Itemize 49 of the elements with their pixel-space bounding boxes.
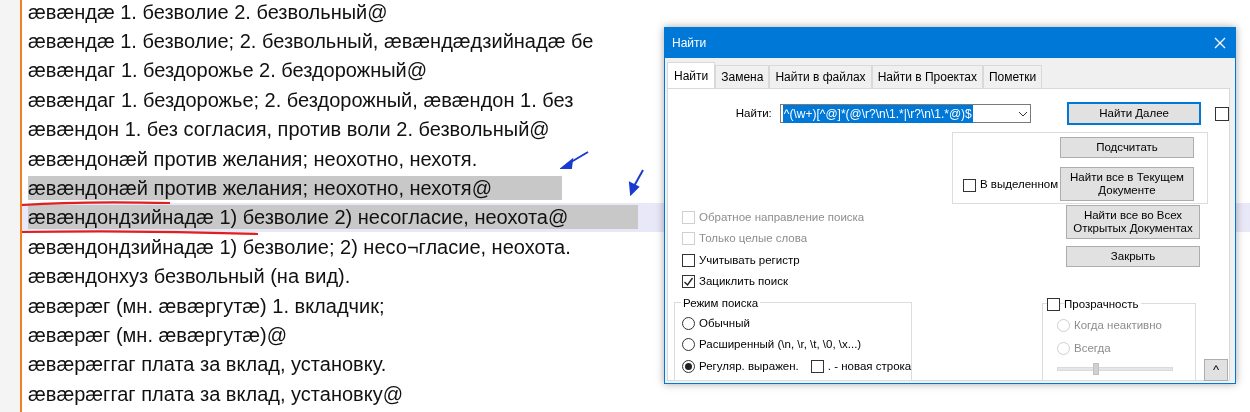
radio-label: Когда неактивно <box>1074 318 1162 334</box>
collapse-button[interactable]: ^ <box>1204 358 1228 381</box>
checkbox[interactable] <box>1215 106 1229 121</box>
close-icon <box>1214 37 1226 49</box>
checkbox-label: Только целые слова <box>699 231 808 247</box>
checkbox[interactable] <box>682 253 695 267</box>
checkbox-label: Обратное направление поиска <box>699 210 865 225</box>
tab[interactable]: Найти в файлах <box>769 65 872 89</box>
field-label: Найти: <box>734 105 772 121</box>
checkbox[interactable] <box>810 359 824 373</box>
checkbox[interactable] <box>963 178 976 192</box>
find-next-button[interactable]: Найти Далее <box>1067 102 1201 125</box>
radio-label: Обычный <box>699 316 750 331</box>
text-line: æвæрæг (мн. æвæргутæ) 1. вкладчик; <box>28 293 386 318</box>
text-line: æвæрæггаг плата за вклад, установку@ <box>28 381 404 406</box>
close-dialog-button[interactable]: Закрыть <box>1066 246 1200 267</box>
radio-label: Расширенный (\n, \r, \t, \0, \x...) <box>699 337 862 353</box>
checkbox[interactable] <box>682 274 695 288</box>
dropdown-icon[interactable] <box>1018 110 1029 117</box>
tab[interactable]: Найти <box>667 62 716 89</box>
checkbox-label: Учитывать регистр <box>699 252 800 268</box>
radio-button[interactable] <box>682 359 695 373</box>
text-line: æвæндаг 1. бездорожье; 2. бездорожный, æвæндон 1. без <box>28 87 575 112</box>
text-line: æвæндонæй против желания; неохотно, нехотя. <box>28 146 479 171</box>
checkbox[interactable] <box>1047 298 1060 312</box>
text-line: æвæндаг 1. бездорожье 2. бездорожный@ <box>28 58 429 83</box>
text-line: æвæндæ 1. безволие; 2. безвольный, æвæндæдзийнадæ бе <box>28 29 595 54</box>
radio-button[interactable] <box>682 317 695 331</box>
tab[interactable]: Пометки <box>983 65 1043 89</box>
find-all-open-button[interactable]: Найти все во Всех Открытых Документах <box>1066 205 1200 239</box>
checkbox-label: Зациклить поиск <box>699 273 788 289</box>
radio-label: Регуляр. выражен. <box>699 358 799 374</box>
checkbox-label: . - новая строка <box>827 358 912 374</box>
text-line: æвæндондзийнадæ 1) безволие; 2) несо¬гласие, неохота. <box>28 234 572 259</box>
checkbox-label: В выделенном <box>980 177 1059 193</box>
count-button[interactable]: Подсчитать <box>1060 137 1194 158</box>
radio-button[interactable] <box>682 338 695 352</box>
find-all-button[interactable]: Найти все в Текущем Документе <box>1060 167 1194 201</box>
arrow-icon <box>628 168 646 196</box>
radio-label: Всегда <box>1074 340 1111 356</box>
text-line: æвæндонхуз безвольный (на вид). <box>28 264 352 289</box>
text-line: æвæндон 1. без согласия, против воли 2. безвольный@ <box>28 117 551 142</box>
text-line: æвæндæ 1. безволие 2. безвольный@ <box>28 0 389 24</box>
tab[interactable]: Замена <box>715 65 770 89</box>
text-line: æвæрæггаг плата за вклад, установку. <box>28 352 388 377</box>
tab[interactable]: Найти в Проектах <box>871 65 983 89</box>
search-field[interactable]: ^(\w+)[^@]*(@\r?\n\1.*|\r?\n\1.*@)$ <box>779 104 1032 123</box>
window-title: Найти <box>672 35 707 52</box>
text-line: æвæрæг (мн. æвæргутæ)@ <box>28 323 289 347</box>
